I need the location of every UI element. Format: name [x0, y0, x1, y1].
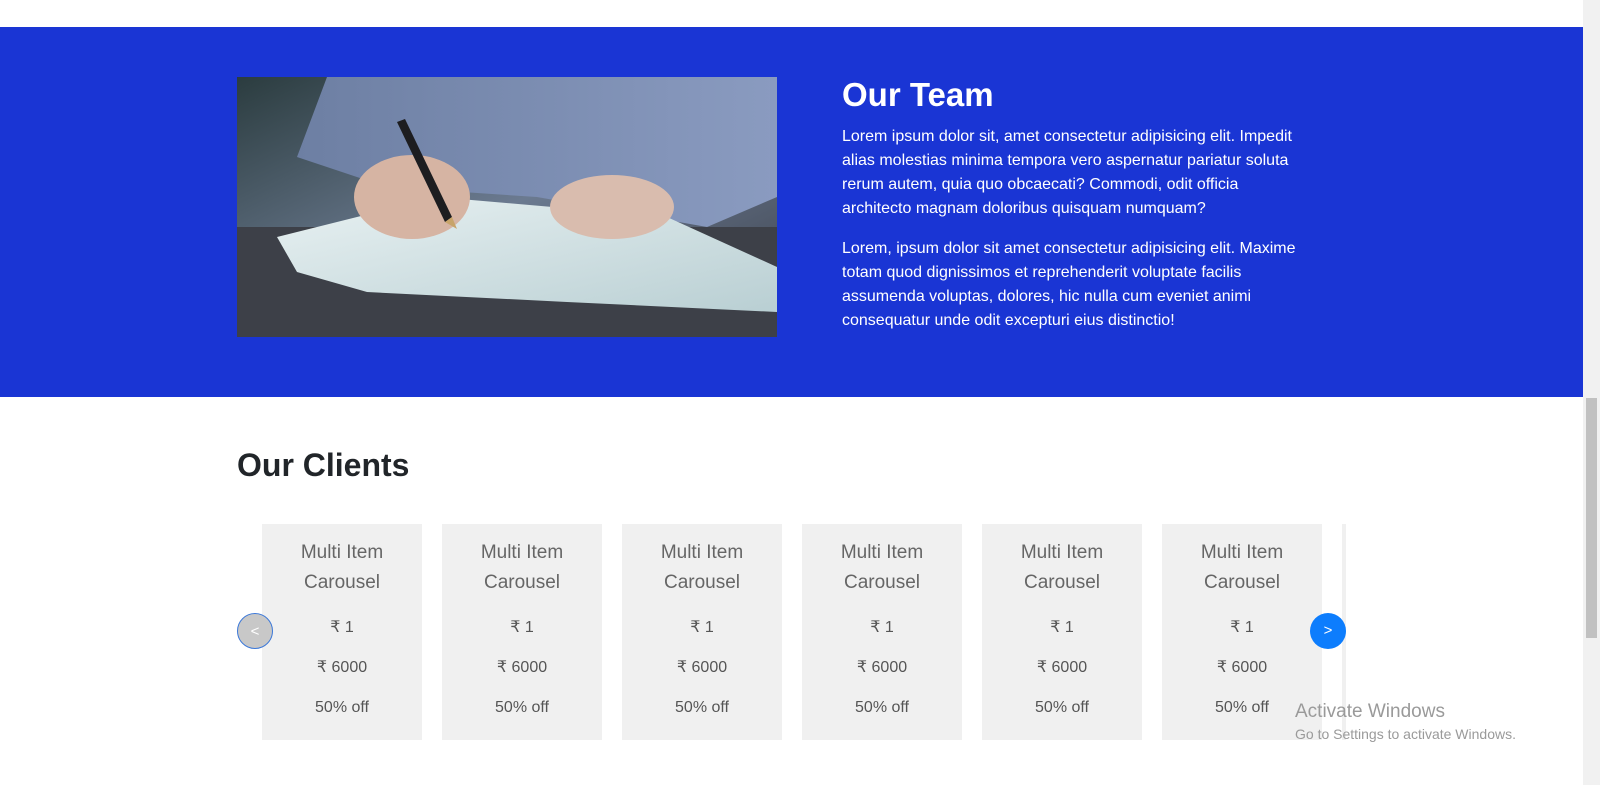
card-old-price: ₹ 6000 — [496, 659, 548, 676]
scrollbar-thumb[interactable] — [1586, 398, 1597, 638]
carousel-card[interactable]: Multi Item Carousel ₹ 1 ₹ 6000 50% off — [622, 524, 782, 740]
card-old-price: ₹ 6000 — [676, 659, 728, 676]
clients-title: Our Clients — [237, 447, 410, 483]
card-discount: 50% off — [855, 699, 909, 716]
card-price: ₹ 1 — [1050, 619, 1074, 636]
card-old-price: ₹ 6000 — [856, 659, 908, 676]
card-old-price: ₹ 6000 — [316, 659, 368, 676]
page-scrollbar[interactable] — [1583, 0, 1600, 785]
team-section: Our Team Lorem ipsum dolor sit, amet con… — [0, 27, 1583, 397]
top-strip — [0, 0, 1583, 27]
card-title: Multi Item Carousel — [480, 542, 564, 593]
card-discount: 50% off — [315, 699, 369, 716]
card-price: ₹ 1 — [870, 619, 894, 636]
team-photo — [237, 77, 777, 337]
team-title: Our Team — [842, 76, 994, 113]
carousel-prev-button[interactable]: < — [237, 613, 273, 649]
carousel-card[interactable]: Multi Item Carousel ₹ 1 ₹ 6000 50% off — [982, 524, 1142, 740]
team-text: Our Team Lorem ipsum dolor sit, amet con… — [842, 75, 1307, 349]
carousel-card[interactable]: Multi Item Carousel ₹ 1 ₹ 6000 50% off — [802, 524, 962, 740]
card-price: ₹ 1 — [510, 619, 534, 636]
carousel-card[interactable]: Multi Item Carousel ₹ 1 ₹ 6000 50% off — [442, 524, 602, 740]
team-paragraph-1: Lorem ipsum dolor sit, amet consectetur … — [842, 127, 1292, 217]
clients-carousel: Multi Item Carousel ₹ 1 ₹ 6000 50% off M… — [237, 524, 1347, 740]
card-title: Multi Item Carousel — [660, 542, 744, 593]
card-title: Multi Item Carousel — [1020, 542, 1104, 593]
card-old-price: ₹ 6000 — [1036, 659, 1088, 676]
team-paragraph-2: Lorem, ipsum dolor sit amet consectetur … — [842, 239, 1296, 329]
card-price: ₹ 1 — [690, 619, 714, 636]
card-discount: 50% off — [1035, 699, 1089, 716]
card-price: ₹ 1 — [330, 619, 354, 636]
windows-activation-watermark: Activate Windows Go to Settings to activ… — [1295, 700, 1516, 744]
card-discount: 50% off — [675, 699, 729, 716]
carousel-next-button[interactable]: > — [1310, 613, 1346, 649]
card-title: Multi Item Carousel — [300, 542, 384, 593]
watermark-subtitle: Go to Settings to activate Windows. — [1295, 726, 1516, 742]
card-discount: 50% off — [495, 699, 549, 716]
card-old-price: ₹ 6000 — [1216, 659, 1268, 676]
card-title: Multi Item Carousel — [1200, 542, 1284, 593]
watermark-title: Activate Windows — [1295, 701, 1445, 722]
card-title: Multi Item Carousel — [840, 542, 924, 593]
carousel-card[interactable]: Multi Item Carousel ₹ 1 ₹ 6000 50% off — [262, 524, 422, 740]
card-price: ₹ 1 — [1230, 619, 1254, 636]
